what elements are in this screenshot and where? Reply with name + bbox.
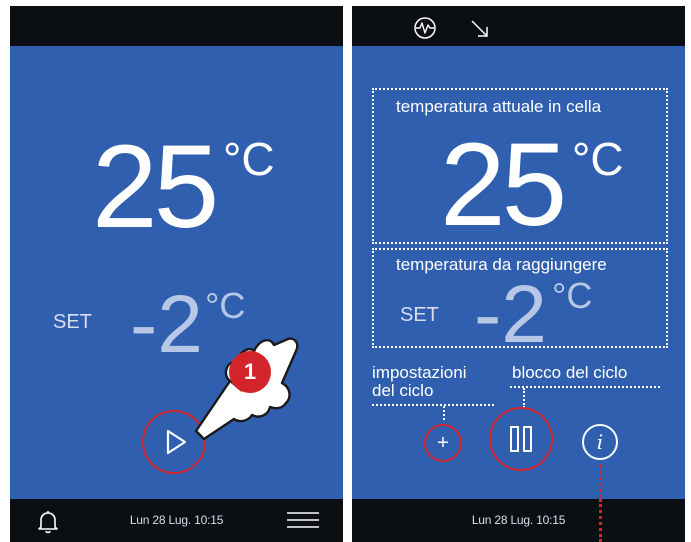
current-temperature-value: 25 bbox=[92, 121, 219, 253]
date-time: Lun 28 Lug. 10:15 bbox=[471, 513, 566, 527]
cycle-settings-connector bbox=[443, 406, 445, 420]
cycle-lock-underline bbox=[510, 386, 660, 388]
info-button[interactable]: i bbox=[582, 424, 618, 460]
cycle-settings-underline bbox=[372, 404, 494, 406]
bottom-bar: Lun 28 Lug. 10:15 bbox=[10, 499, 343, 542]
current-temperature-value: 25 bbox=[440, 119, 567, 251]
info-callout-line-lower bbox=[599, 499, 602, 542]
cycle-settings-button[interactable]: + bbox=[424, 424, 462, 462]
current-temperature-unit: °C bbox=[572, 133, 624, 185]
cycle-settings-caption-line2: del ciclo bbox=[372, 381, 434, 400]
activity-wave-icon[interactable] bbox=[413, 16, 437, 40]
info-icon: i bbox=[596, 430, 604, 454]
bottom-bar: Lun 28 Lug. 10:15 bbox=[352, 499, 685, 542]
arrow-down-right-icon[interactable] bbox=[469, 18, 491, 40]
top-bar bbox=[10, 6, 343, 46]
cycle-settings-caption-line1: impostazioni bbox=[372, 363, 467, 382]
hamburger-menu-icon[interactable] bbox=[286, 511, 320, 529]
plus-icon: + bbox=[437, 432, 449, 454]
pause-cycle-button[interactable] bbox=[489, 407, 553, 471]
set-label: SET bbox=[400, 304, 439, 326]
left-screen: 25 °C SET -2 °C 1 Lun 28 Lug. 10:15 bbox=[10, 6, 343, 542]
top-bar bbox=[352, 6, 685, 46]
cycle-lock-caption: blocco del ciclo bbox=[512, 363, 628, 382]
current-temperature-unit: °C bbox=[223, 133, 275, 185]
step-number-badge: 1 bbox=[229, 351, 271, 393]
cycle-lock-connector bbox=[523, 388, 525, 408]
pause-icon bbox=[510, 426, 532, 452]
set-temperature-unit: °C bbox=[552, 275, 593, 316]
current-temperature-caption: temperatura attuale in cella bbox=[396, 97, 602, 116]
right-screen: temperatura attuale in cella 25 °C tempe… bbox=[352, 6, 685, 542]
set-temperature-unit: °C bbox=[205, 285, 246, 326]
set-label: SET bbox=[53, 311, 92, 333]
set-temperature-value[interactable]: -2 bbox=[474, 274, 547, 356]
